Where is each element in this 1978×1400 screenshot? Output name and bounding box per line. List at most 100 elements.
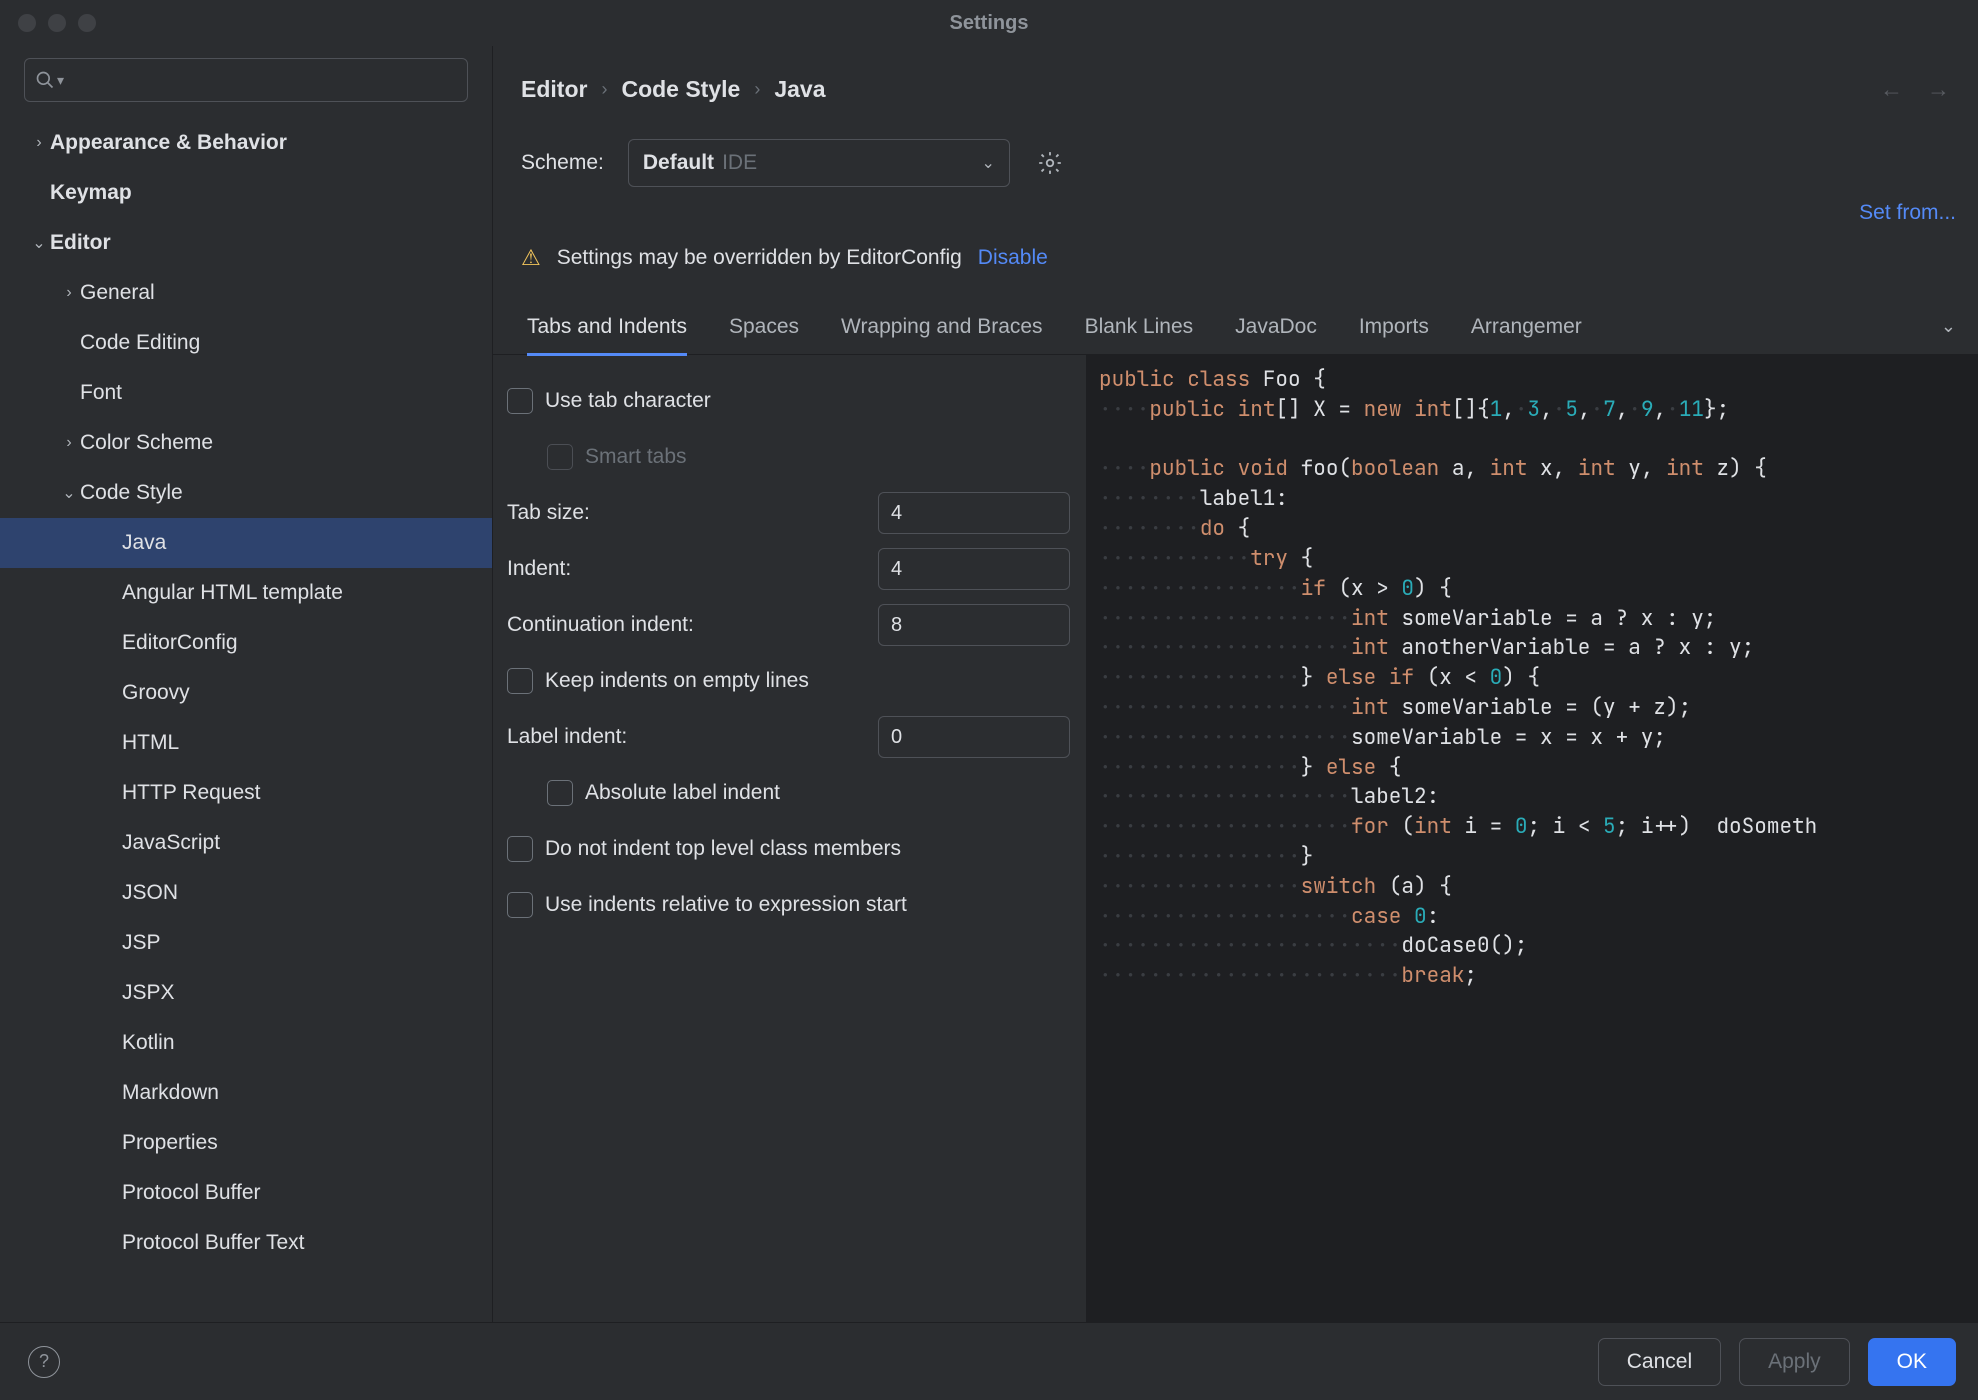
sidebar-item-label: Markdown (122, 1081, 219, 1105)
chevron-right-icon: › (601, 79, 607, 100)
search-input[interactable]: ▾ (24, 58, 468, 102)
absolute-label-label: Absolute label indent (585, 781, 780, 805)
sidebar-item-label: JSP (122, 931, 161, 955)
scheme-actions-button[interactable] (1034, 147, 1066, 179)
indent-input[interactable] (878, 548, 1070, 590)
absolute-label-checkbox[interactable] (547, 780, 573, 806)
sidebar-item-label: JSON (122, 881, 178, 905)
tab-spaces[interactable]: Spaces (729, 299, 799, 354)
sidebar-item[interactable]: ›JSPX (0, 968, 492, 1018)
sidebar-item[interactable]: ›JSP (0, 918, 492, 968)
sidebar-item[interactable]: ›Protocol Buffer Text (0, 1218, 492, 1268)
tab-size-input[interactable] (878, 492, 1070, 534)
sidebar-item[interactable]: ›Protocol Buffer (0, 1168, 492, 1218)
sidebar-item[interactable]: ›Kotlin (0, 1018, 492, 1068)
sidebar-item[interactable]: ›Markdown (0, 1068, 492, 1118)
tabs: Tabs and Indents Spaces Wrapping and Bra… (493, 299, 1978, 355)
bottom-bar: ? Cancel Apply OK (0, 1322, 1978, 1400)
relative-checkbox[interactable] (507, 892, 533, 918)
sidebar-item-label: Font (80, 381, 122, 405)
keep-empty-label: Keep indents on empty lines (545, 669, 809, 693)
form-panel: Use tab character Smart tabs Tab size: I… (493, 355, 1087, 1322)
ok-button[interactable]: OK (1868, 1338, 1956, 1386)
sidebar-item-label: Code Editing (80, 331, 200, 355)
breadcrumb-item[interactable]: Editor (521, 76, 587, 103)
scheme-label: Scheme: (521, 151, 604, 175)
sidebar-item[interactable]: ›JavaScript (0, 818, 492, 868)
label-indent-input[interactable] (878, 716, 1070, 758)
sidebar-item[interactable]: ›General (0, 268, 492, 318)
help-icon: ? (39, 1351, 49, 1372)
sidebar-item-label: Angular HTML template (122, 581, 343, 605)
sidebar-item[interactable]: ›Properties (0, 1118, 492, 1168)
chevron-right-icon: › (58, 284, 80, 302)
chevron-right-icon: › (28, 134, 50, 152)
tab-wrapping[interactable]: Wrapping and Braces (841, 299, 1043, 354)
titlebar: Settings (0, 0, 1978, 46)
sidebar-item[interactable]: ›Angular HTML template (0, 568, 492, 618)
no-top-level-checkbox[interactable] (507, 836, 533, 862)
label-indent-label: Label indent: (507, 725, 627, 749)
code-preview: public class Foo { ····public int[] X = … (1087, 355, 1978, 1322)
sidebar-item-label: Editor (50, 231, 111, 255)
breadcrumb: Editor › Code Style › Java ← → (521, 76, 1950, 103)
chevron-down-icon: ▾ (57, 72, 64, 89)
back-arrow-icon[interactable]: ← (1880, 76, 1903, 103)
search-icon (35, 70, 55, 90)
tab-imports[interactable]: Imports (1359, 299, 1429, 354)
sidebar-item-label: JSPX (122, 981, 175, 1005)
smart-tabs-checkbox (547, 444, 573, 470)
window-controls (18, 14, 96, 32)
sidebar-item[interactable]: ›HTML (0, 718, 492, 768)
scheme-name: Default (643, 151, 714, 175)
tab-blank-lines[interactable]: Blank Lines (1085, 299, 1194, 354)
indent-label: Indent: (507, 557, 571, 581)
sidebar-item-label: Keymap (50, 181, 132, 205)
breadcrumb-item: Java (774, 76, 825, 103)
sidebar-item-label: JavaScript (122, 831, 220, 855)
continuation-input[interactable] (878, 604, 1070, 646)
sidebar-item[interactable]: ⌄Editor (0, 218, 492, 268)
breadcrumb-item[interactable]: Code Style (621, 76, 740, 103)
sidebar-item[interactable]: ›Appearance & Behavior (0, 118, 492, 168)
set-from-link[interactable]: Set from... (1859, 201, 1956, 225)
tab-arrangement[interactable]: Arrangemer (1471, 299, 1582, 354)
sidebar: ▾ ›Appearance & Behavior›Keymap⌄Editor›G… (0, 46, 493, 1322)
close-dot[interactable] (18, 14, 36, 32)
chevron-right-icon: › (754, 79, 760, 100)
tab-javadoc[interactable]: JavaDoc (1235, 299, 1317, 354)
sidebar-item-label: HTTP Request (122, 781, 261, 805)
sidebar-item[interactable]: ›Code Editing (0, 318, 492, 368)
maximize-dot[interactable] (78, 14, 96, 32)
sidebar-item[interactable]: ›Keymap (0, 168, 492, 218)
help-button[interactable]: ? (28, 1346, 60, 1378)
sidebar-item-label: Appearance & Behavior (50, 131, 287, 155)
disable-link[interactable]: Disable (978, 246, 1048, 270)
right-panel: Editor › Code Style › Java ← → Scheme: D… (493, 46, 1978, 1322)
sidebar-item[interactable]: ›EditorConfig (0, 618, 492, 668)
tab-tabs-indents[interactable]: Tabs and Indents (527, 301, 687, 356)
sidebar-item[interactable]: ›Color Scheme (0, 418, 492, 468)
sidebar-item[interactable]: ›JSON (0, 868, 492, 918)
window-title: Settings (950, 12, 1029, 35)
sidebar-item-label: HTML (122, 731, 179, 755)
apply-button: Apply (1739, 1338, 1850, 1386)
chevron-down-icon[interactable]: ⌄ (1941, 316, 1956, 337)
sidebar-item[interactable]: ›Java (0, 518, 492, 568)
use-tab-checkbox[interactable] (507, 388, 533, 414)
sidebar-item-label: Groovy (122, 681, 190, 705)
forward-arrow-icon[interactable]: → (1927, 76, 1950, 103)
minimize-dot[interactable] (48, 14, 66, 32)
sidebar-item-label: Protocol Buffer Text (122, 1231, 305, 1255)
scheme-dropdown[interactable]: Default IDE ⌄ (628, 139, 1010, 187)
sidebar-item[interactable]: ⌄Code Style (0, 468, 492, 518)
sidebar-item[interactable]: ›Font (0, 368, 492, 418)
sidebar-item-label: Protocol Buffer (122, 1181, 261, 1205)
sidebar-item[interactable]: ›Groovy (0, 668, 492, 718)
settings-tree: ›Appearance & Behavior›Keymap⌄Editor›Gen… (0, 112, 492, 1268)
sidebar-item[interactable]: ›HTTP Request (0, 768, 492, 818)
sidebar-item-label: Properties (122, 1131, 218, 1155)
banner-text: Settings may be overridden by EditorConf… (557, 246, 962, 270)
keep-empty-checkbox[interactable] (507, 668, 533, 694)
cancel-button[interactable]: Cancel (1598, 1338, 1721, 1386)
